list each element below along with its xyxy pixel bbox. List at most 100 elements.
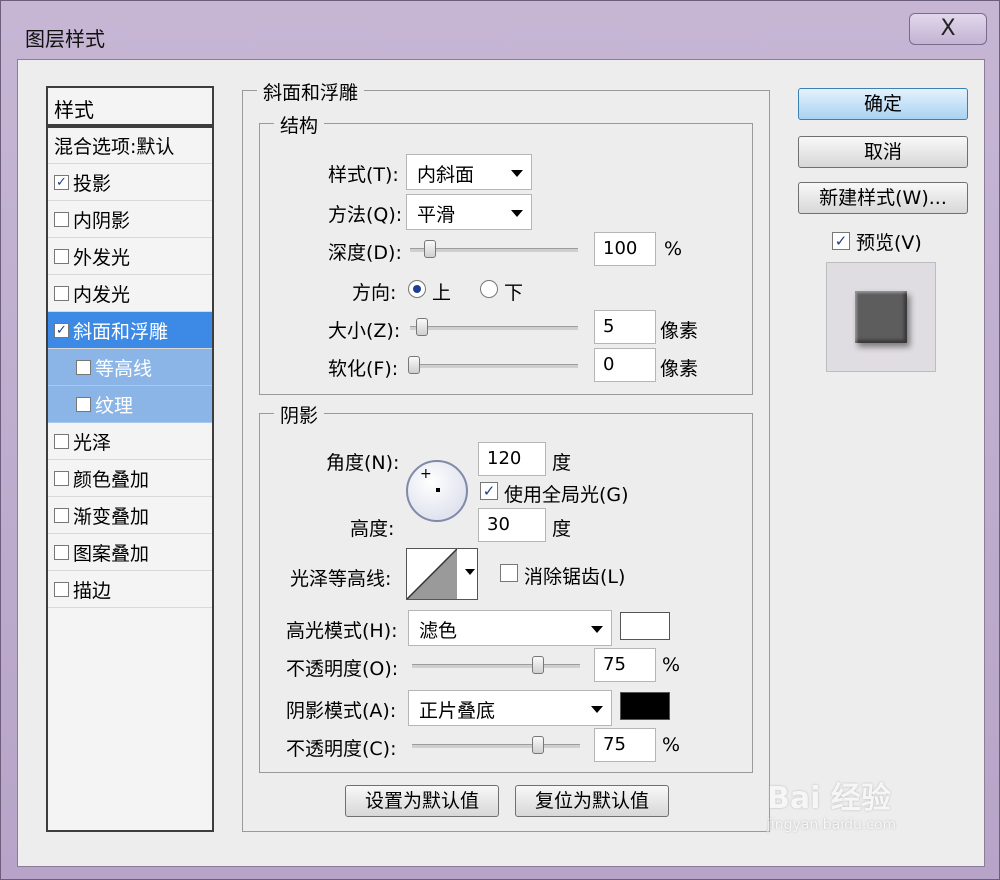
styles-header[interactable]: 样式 <box>48 88 212 126</box>
checkbox-pattern-overlay[interactable] <box>54 544 69 560</box>
style-item-pattern-overlay[interactable]: 图案叠加 <box>48 534 212 571</box>
style-item-bevel-emboss[interactable]: ✓ 斜面和浮雕 <box>48 312 212 349</box>
soften-slider-thumb[interactable] <box>408 356 420 374</box>
reset-default-button[interactable]: 复位为默认值 <box>515 785 669 817</box>
direction-up-radio[interactable] <box>408 280 426 298</box>
watermark-logo-text: Bai 经验 <box>767 781 891 816</box>
style-item-texture[interactable]: 纹理 <box>48 386 212 423</box>
dialog-title: 图层样式 <box>25 27 105 51</box>
anti-aliased-checkbox[interactable] <box>500 564 518 582</box>
depth-input[interactable]: 100 <box>594 232 656 266</box>
chevron-down-icon <box>465 569 475 575</box>
style-item-label: 内发光 <box>73 283 131 306</box>
technique-select-value: 平滑 <box>417 204 456 226</box>
style-select-value: 内斜面 <box>417 164 475 186</box>
structure-title: 结构 <box>274 111 325 138</box>
gloss-contour-picker[interactable] <box>406 548 478 600</box>
altitude-input[interactable]: 30 <box>478 508 546 542</box>
altitude-label: 高度: <box>350 518 395 540</box>
style-item-inner-shadow[interactable]: 内阴影 <box>48 201 212 238</box>
depth-label: 深度(D): <box>328 242 402 264</box>
style-item-label: 等高线 <box>95 357 153 380</box>
chevron-down-icon <box>591 706 603 713</box>
make-default-button[interactable]: 设置为默认值 <box>345 785 499 817</box>
size-unit: 像素 <box>660 320 699 342</box>
style-item-satin[interactable]: 光泽 <box>48 423 212 460</box>
style-item-gradient-overlay[interactable]: 渐变叠加 <box>48 497 212 534</box>
highlight-opacity-unit: % <box>662 654 681 676</box>
highlight-opacity-slider[interactable] <box>412 664 580 668</box>
direction-up-label: 上 <box>432 282 452 304</box>
style-select[interactable]: 内斜面 <box>406 154 532 190</box>
preview-label: 预览(V) <box>856 232 922 254</box>
angle-dial[interactable]: + <box>406 460 468 522</box>
style-item-label: 颜色叠加 <box>73 468 150 491</box>
ok-button[interactable]: 确定 <box>798 88 968 120</box>
style-item-stroke[interactable]: 描边 <box>48 571 212 608</box>
style-item-color-overlay[interactable]: 颜色叠加 <box>48 460 212 497</box>
checkbox-color-overlay[interactable] <box>54 470 69 486</box>
shadow-color-swatch[interactable] <box>620 692 670 720</box>
shadow-opacity-unit: % <box>662 734 681 756</box>
soften-label: 软化(F): <box>328 358 399 380</box>
crosshair-icon: + <box>420 466 432 482</box>
size-label: 大小(Z): <box>328 320 401 342</box>
dial-center-dot <box>436 488 440 492</box>
global-light-checkbox[interactable]: ✓ <box>480 482 498 500</box>
checkbox-outer-glow[interactable] <box>54 248 69 264</box>
cancel-button[interactable]: 取消 <box>798 136 968 168</box>
watermark-url: jingyan.baidu.com <box>767 817 897 833</box>
checkbox-drop-shadow[interactable]: ✓ <box>54 174 69 190</box>
highlight-color-swatch[interactable] <box>620 612 670 640</box>
structure-group: 结构 样式(T): 内斜面 方法(Q): 平滑 深度(D): 100 % 方向:… <box>259 111 753 395</box>
checkbox-gradient-overlay[interactable] <box>54 507 69 523</box>
size-slider[interactable] <box>410 326 578 330</box>
highlight-opacity-thumb[interactable] <box>532 656 544 674</box>
checkbox-bevel-emboss[interactable]: ✓ <box>54 322 69 338</box>
preview-checkbox[interactable]: ✓ <box>832 232 850 250</box>
gloss-contour-label: 光泽等高线: <box>290 568 392 590</box>
highlight-opacity-label: 不透明度(O): <box>286 658 399 680</box>
preview-swatch <box>855 291 907 343</box>
soften-slider[interactable] <box>410 364 578 368</box>
checkbox-texture[interactable] <box>76 396 91 412</box>
checkbox-inner-shadow[interactable] <box>54 211 69 227</box>
checkbox-inner-glow[interactable] <box>54 285 69 301</box>
bevel-emboss-group: 斜面和浮雕 结构 样式(T): 内斜面 方法(Q): 平滑 深度(D): 100… <box>242 78 770 832</box>
style-item-contour[interactable]: 等高线 <box>48 349 212 386</box>
shadow-mode-value: 正片叠底 <box>419 700 496 722</box>
size-input[interactable]: 5 <box>594 310 656 344</box>
size-slider-thumb[interactable] <box>416 318 428 336</box>
shadow-opacity-input[interactable]: 75 <box>594 728 656 762</box>
style-item-outer-glow[interactable]: 外发光 <box>48 238 212 275</box>
shadow-mode-select[interactable]: 正片叠底 <box>408 690 612 726</box>
checkbox-satin[interactable] <box>54 433 69 449</box>
shadow-opacity-slider[interactable] <box>412 744 580 748</box>
highlight-opacity-input[interactable]: 75 <box>594 648 656 682</box>
title-bar[interactable]: 图层样式 X <box>1 1 1000 59</box>
style-item-label: 纹理 <box>95 394 134 417</box>
technique-label: 方法(Q): <box>328 204 403 226</box>
direction-down-radio[interactable] <box>480 280 498 298</box>
style-item-inner-glow[interactable]: 内发光 <box>48 275 212 312</box>
checkbox-stroke[interactable] <box>54 581 69 597</box>
style-item-label: 图案叠加 <box>73 542 150 565</box>
highlight-mode-select[interactable]: 滤色 <box>408 610 612 646</box>
blending-options-item[interactable]: 混合选项:默认 <box>48 126 212 164</box>
contour-preview-icon <box>407 549 457 599</box>
direction-label: 方向: <box>352 282 397 304</box>
shadow-opacity-thumb[interactable] <box>532 736 544 754</box>
new-style-button[interactable]: 新建样式(W)... <box>798 182 968 214</box>
depth-slider-thumb[interactable] <box>424 240 436 258</box>
checkbox-contour[interactable] <box>76 359 91 375</box>
close-button[interactable]: X <box>909 13 987 45</box>
style-preview <box>826 262 936 372</box>
style-item-drop-shadow[interactable]: ✓ 投影 <box>48 164 212 201</box>
style-item-label: 渐变叠加 <box>73 505 150 528</box>
soften-input[interactable]: 0 <box>594 348 656 382</box>
angle-input[interactable]: 120 <box>478 442 546 476</box>
style-item-label: 投影 <box>73 172 112 195</box>
style-item-label: 光泽 <box>73 431 112 454</box>
technique-select[interactable]: 平滑 <box>406 194 532 230</box>
style-label: 样式(T): <box>328 164 399 186</box>
